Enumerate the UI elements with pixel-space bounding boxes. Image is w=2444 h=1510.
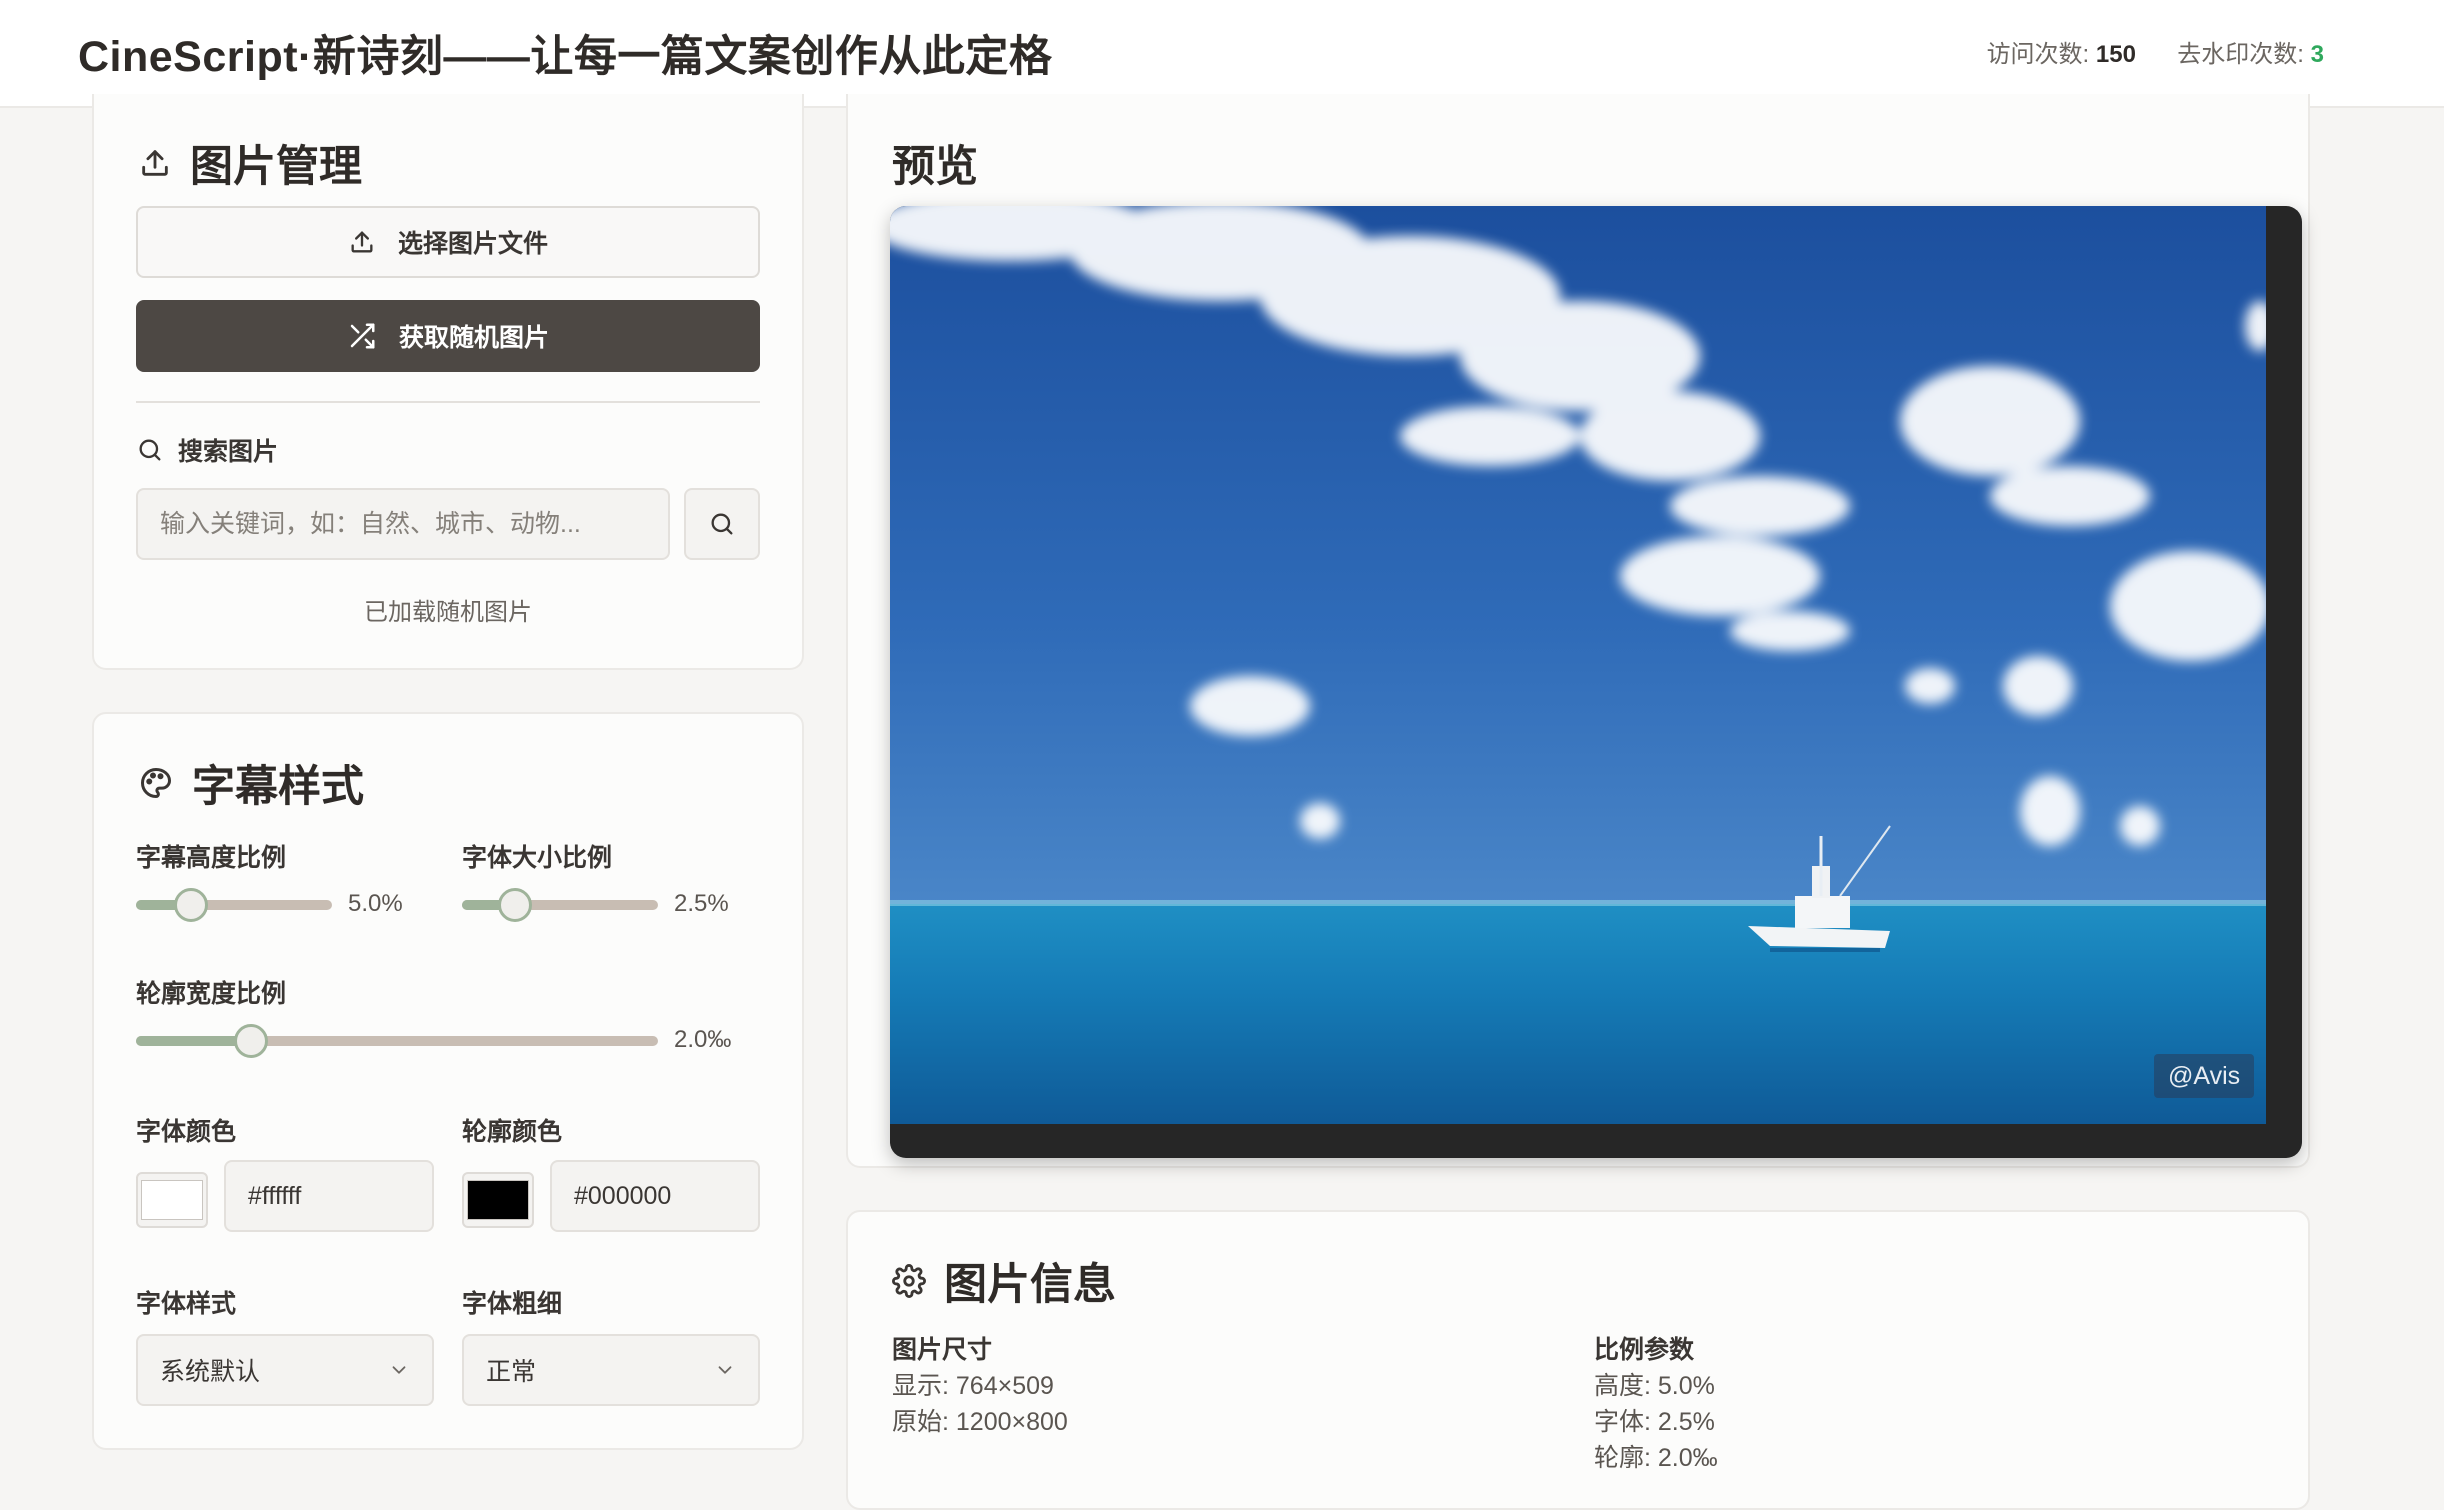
upload-icon — [351, 231, 373, 253]
search-input[interactable] — [136, 488, 670, 560]
height-ratio-slider[interactable] — [136, 888, 332, 922]
image-size-heading: 图片尺寸 — [892, 1336, 993, 1364]
outline-color-swatch[interactable] — [462, 1172, 534, 1228]
outline-width-ratio-slider[interactable] — [136, 1024, 658, 1058]
preview-canvas: @Avis — [890, 206, 2302, 1158]
ratio-params-heading: 比例参数 — [1594, 1336, 1695, 1364]
image-management-card: 图片管理 选择图片文件 获取随机图片 搜索图片 已加载随机图片 — [92, 94, 804, 670]
preview-image — [890, 206, 2266, 1124]
height-ratio-label: 字幕高度比例 — [136, 844, 287, 872]
upload-icon — [142, 150, 168, 176]
ratio-outline: 轮廓: 2.0‰ — [1594, 1444, 1718, 1472]
search-button[interactable] — [684, 488, 760, 560]
font-weight-label: 字体粗细 — [462, 1290, 563, 1318]
ratio-height: 高度: 5.0% — [1594, 1372, 1715, 1400]
dewatermark-count: 3 — [2310, 41, 2324, 68]
font-color-label: 字体颜色 — [136, 1118, 237, 1146]
visits-count: 150 — [2095, 41, 2136, 68]
preview-title: 预览 — [892, 143, 978, 191]
slider-thumb[interactable] — [497, 888, 532, 922]
image-info-card: 图片信息 图片尺寸 显示: 764×509 原始: 1200×800 比例参数 … — [846, 1210, 2310, 1510]
image-status-text: 已加载随机图片 — [364, 599, 532, 626]
font-color-swatch[interactable] — [136, 1172, 208, 1228]
subtitle-style-card: 字幕样式 字幕高度比例 5.0% 字体大小比例 2.5% 轮廓宽度比例 2.0‰… — [92, 712, 804, 1450]
image-management-title: 图片管理 — [138, 132, 362, 194]
random-image-button[interactable]: 获取随机图片 — [136, 300, 760, 372]
subtitle-style-title: 字幕样式 — [138, 752, 364, 814]
search-icon — [711, 513, 733, 535]
outline-width-ratio-value: 2.0‰ — [674, 1026, 732, 1053]
search-icon — [139, 439, 161, 461]
outline-width-ratio-label: 轮廓宽度比例 — [136, 980, 287, 1008]
font-style-select[interactable]: 系统默认 — [136, 1334, 434, 1406]
display-size: 显示: 764×509 — [892, 1372, 1054, 1400]
font-style-label: 字体样式 — [136, 1290, 237, 1318]
font-size-ratio-label: 字体大小比例 — [462, 844, 613, 872]
ratio-font: 字体: 2.5% — [1594, 1408, 1715, 1436]
usage-stats: 访问次数: 150 去水印次数: 3 — [1987, 34, 2324, 69]
dewatermark-label: 去水印次数: — [2177, 41, 2304, 68]
font-weight-select[interactable]: 正常 — [462, 1334, 760, 1406]
font-color-input[interactable]: #ffffff — [224, 1160, 434, 1232]
outline-color-input[interactable]: #000000 — [550, 1160, 760, 1232]
visits-label: 访问次数: — [1986, 41, 2090, 68]
chevron-down-icon — [718, 1366, 732, 1374]
app-header: CineScript·新诗刻——让每一篇文案创作从此定格 访问次数: 150 去… — [0, 0, 2444, 108]
font-size-ratio-value: 2.5% — [674, 890, 729, 917]
slider-thumb[interactable] — [233, 1024, 268, 1058]
divider — [136, 401, 760, 403]
slider-thumb[interactable] — [173, 888, 208, 922]
shuffle-icon — [350, 323, 375, 349]
outline-color-label: 轮廓颜色 — [462, 1118, 563, 1146]
palette-icon — [141, 768, 171, 798]
watermark-text: @Avis — [2154, 1054, 2255, 1098]
font-size-ratio-slider[interactable] — [462, 888, 658, 922]
height-ratio-value: 5.0% — [348, 890, 403, 917]
select-image-file-button[interactable]: 选择图片文件 — [136, 206, 760, 278]
chevron-down-icon — [392, 1366, 406, 1374]
gear-icon — [892, 1264, 926, 1298]
app-title: CineScript·新诗刻——让每一篇文案创作从此定格 — [78, 33, 1053, 81]
search-image-label: 搜索图片 — [136, 432, 278, 468]
original-size: 原始: 1200×800 — [892, 1408, 1068, 1436]
image-info-title: 图片信息 — [892, 1250, 1116, 1312]
